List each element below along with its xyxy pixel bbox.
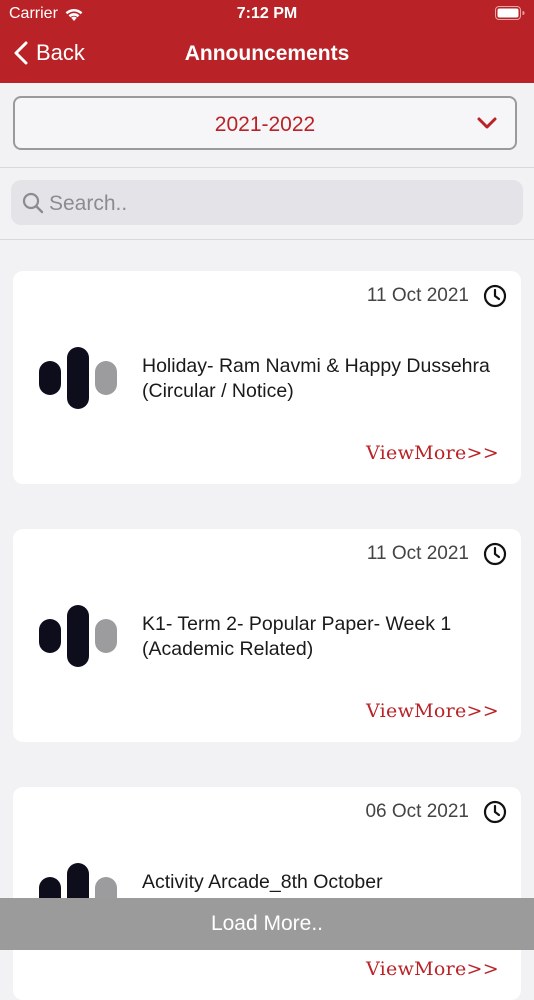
school-logo-icon: [39, 605, 117, 667]
chevron-down-icon: [477, 117, 497, 129]
announcement-card[interactable]: 06 Oct 2021 Activity Arcade_8th October …: [13, 787, 521, 1000]
academic-year-value: 2021-2022: [214, 113, 316, 136]
search-input[interactable]: [47, 186, 511, 221]
announcement-date: 06 Oct 2021: [365, 801, 469, 822]
clock-icon: [483, 284, 507, 308]
announcement-title: K1- Term 2- Popular Paper- Week 1 (Acade…: [142, 612, 517, 662]
view-more-link[interactable]: ViewMore>>: [366, 442, 499, 464]
search-icon: [22, 192, 44, 214]
announcement-card[interactable]: 11 Oct 2021 K1- Term 2- Popular Paper- W…: [13, 529, 521, 742]
battery-icon: [495, 6, 525, 25]
announcement-category: (Circular / Notice): [142, 380, 294, 402]
school-logo-icon: [39, 347, 117, 409]
view-more-link[interactable]: ViewMore>>: [366, 958, 499, 980]
announcement-category: (Academic Related): [142, 638, 314, 660]
year-filter-section: 2021-2022: [0, 83, 534, 168]
announcement-title-line: Holiday- Ram Navmi & Happy Dussehra: [142, 355, 490, 377]
status-time: 7:12 PM: [236, 5, 298, 22]
academic-year-dropdown[interactable]: 2021-2022: [13, 96, 517, 150]
clock-icon: [483, 542, 507, 566]
announcement-card[interactable]: 11 Oct 2021 Holiday- Ram Navmi & Happy D…: [13, 271, 521, 484]
view-more-link[interactable]: ViewMore>>: [366, 700, 499, 722]
announcement-title: Holiday- Ram Navmi & Happy Dussehra (Cir…: [142, 354, 517, 404]
app-header: Carrier 7:12 PM Back Announcements: [0, 0, 534, 83]
page-title: Announcements: [184, 42, 350, 65]
nav-bar: Back Announcements: [0, 28, 534, 83]
status-bar: Carrier 7:12 PM: [0, 0, 534, 28]
announcement-date: 11 Oct 2021: [366, 543, 469, 564]
load-more-button[interactable]: Load More..: [0, 898, 534, 950]
clock-icon: [483, 800, 507, 824]
announcement-title: Activity Arcade_8th October: [142, 870, 517, 895]
announcement-date: 11 Oct 2021: [366, 285, 469, 306]
announcement-title-line: K1- Term 2- Popular Paper- Week 1: [142, 613, 452, 635]
search-bar[interactable]: [11, 180, 523, 225]
search-section: [0, 168, 534, 240]
announcement-title-line: Activity Arcade_8th October: [142, 871, 383, 893]
